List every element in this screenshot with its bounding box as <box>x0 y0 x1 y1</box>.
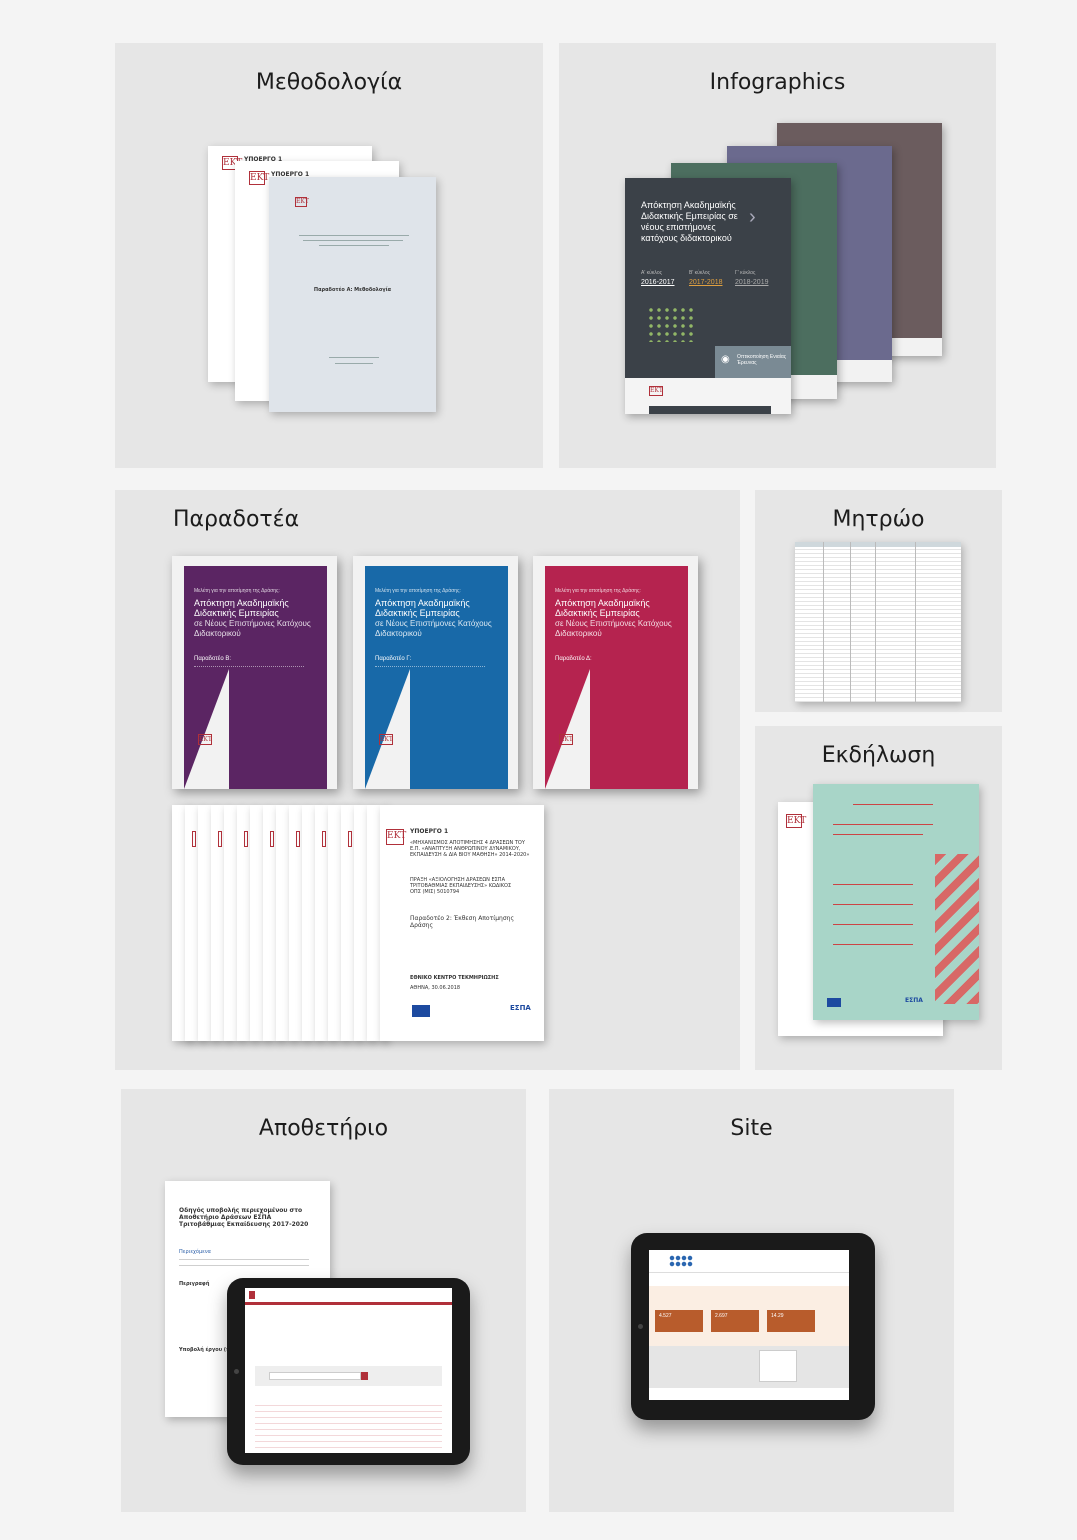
ekt-logo: ΕΚΤ <box>786 814 807 828</box>
cover-label: Παραδοτέο Γ: <box>375 656 412 662</box>
report-action: ΠΡΑΞΗ «ΑΞΙΟΛΟΓΗΣΗ ΔΡΑΣΕΩΝ ΕΣΠΑ ΤΡΙΤΟΒΑΘΜ… <box>410 877 512 895</box>
repository-screen <box>245 1288 452 1453</box>
cover-series: Μελέτη για την αποτίμηση της Δράσης: <box>555 588 641 594</box>
event-panel: Εκδήλωση ΕΚΤ ΕΣΠΑ <box>755 726 1002 1070</box>
stat-1: 4.527 <box>659 1313 672 1319</box>
stat-2: 2.697 <box>715 1313 728 1319</box>
cover-title: Απόκτηση Ακαδημαϊκής Διδακτικής Εμπειρία… <box>194 598 289 618</box>
year-3: 2018-2019 <box>735 279 769 286</box>
cycle-label-2: Β' κύκλος <box>689 270 711 276</box>
cover-subtitle: σε Νέους Επιστήμονες Κατόχους Διδακτορικ… <box>555 619 672 638</box>
ekt-logo: ΕΚΤ <box>386 829 406 845</box>
site-tablet: 4.527 2.697 14.29 <box>631 1233 875 1420</box>
site-title: Site <box>730 1116 773 1141</box>
guide-intro: Περιγραφή <box>179 1281 210 1287</box>
chevron-icon: › <box>749 206 756 228</box>
report-deliverable: Παραδοτέο 2: Έκθεση Αποτίμησης Δράσης <box>410 915 514 929</box>
cover-label: Παραδοτέο Β: <box>194 656 231 662</box>
camera-icon <box>638 1324 643 1329</box>
deliverable-cover-d: Μελέτη για την αποτίμηση της Δράσης: Από… <box>533 556 698 789</box>
cycle-label-1: Α' κύκλος <box>641 270 663 276</box>
eu-flag-icon <box>827 998 841 1007</box>
deliverables-title: Παραδοτέα <box>173 507 300 532</box>
repository-panel: Αποθετήριο Οδηγός υποβολής περιεχομένου … <box>121 1089 526 1512</box>
deliverable-cover-b: Μελέτη για την αποτίμηση της Δράσης: Από… <box>172 556 337 789</box>
methodology-title: Μεθοδολογία <box>255 70 403 95</box>
methodology-doc-front: ΕΚΤ Παραδοτέο Α: Μεθοδολογία <box>269 177 436 412</box>
report-place: ΑΘΗΝΑ, 30.06.2018 <box>410 985 461 991</box>
repository-title: Αποθετήριο <box>258 1116 389 1141</box>
report-front-page: ΕΚΤ ΥΠΟΕΡΓΟ 1 «ΜΗΧΑΝΙΣΜΟΣ ΑΠΟΤΙΜΗΣΗΣ 4 Δ… <box>380 805 544 1041</box>
infographic-title: Απόκτηση Ακαδημαϊκής Διδακτικής Εμπειρία… <box>641 200 738 243</box>
camera-icon <box>234 1369 239 1374</box>
cover-subtitle: σε Νέους Επιστήμονες Κατόχους Διδακτορικ… <box>194 619 311 638</box>
event-poster: ΕΣΠΑ <box>813 784 979 1020</box>
eye-icon: ◉ <box>721 354 730 365</box>
cycle-label-3: Γ' κύκλος <box>735 270 756 276</box>
eu-flag-icon <box>412 1005 430 1017</box>
cover-series: Μελέτη για την αποτίμηση της Δράσης: <box>375 588 461 594</box>
infographics-title: Infographics <box>709 70 846 95</box>
espa-logo: ΕΣΠΑ <box>510 1004 531 1012</box>
infographics-panel: Infographics Απόκτηση Ακαδημαϊκής Διδακτ… <box>559 43 996 468</box>
infographic-badge-text: Οπτικοποίηση Ενιαίας Έρευνας <box>737 354 787 366</box>
stairs-graphic <box>935 854 979 1004</box>
espa-logo: ΕΣΠΑ <box>905 997 923 1004</box>
ekt-logo: ΕΚΤ <box>295 197 309 207</box>
registry-spreadsheet <box>795 542 961 702</box>
cover-series: Μελέτη για την αποτίμηση της Δράσης: <box>194 588 280 594</box>
methodology-panel: Μεθοδολογία ΕΚΤ ΥΠΟΕΡΓΟ 1 ΕΚΤ ΥΠΟΕΡΓΟ 1 … <box>115 43 543 468</box>
report-center: ΕΘΝΙΚΟ ΚΕΝΤΡΟ ΤΕΚΜΗΡΙΩΣΗΣ <box>410 975 499 981</box>
registry-title: Μητρώο <box>832 507 925 532</box>
guide-title: Οδηγός υποβολής περιεχομένου στο Αποθετή… <box>179 1207 309 1228</box>
infographic-footer: ΕΚΤ <box>625 378 791 414</box>
guide-toc: Περιεχόμενα <box>179 1249 211 1255</box>
ekt-logo: ΕΚΤ <box>559 734 573 745</box>
deliverable-cover-c: Μελέτη για την αποτίμηση της Δράσης: Από… <box>353 556 518 789</box>
methodology-deliverable: Παραδοτέο Α: Μεθοδολογία <box>313 287 392 293</box>
cover-subtitle: σε Νέους Επιστήμονες Κατόχους Διδακτορικ… <box>375 619 492 638</box>
registry-panel: Μητρώο <box>755 490 1002 712</box>
report-subproject: ΥΠΟΕΡΓΟ 1 <box>410 828 449 835</box>
cover-title: Απόκτηση Ακαδημαϊκής Διδακτικής Εμπειρία… <box>555 598 650 618</box>
report-mechanism: «ΜΗΧΑΝΙΣΜΟΣ ΑΠΟΤΙΜΗΣΗΣ 4 ΔΡΑΣΕΩΝ ΤΟΥ Ε.Π… <box>410 840 530 858</box>
cover-title: Απόκτηση Ακαδημαϊκής Διδακτικής Εμπειρία… <box>375 598 470 618</box>
stat-3: 14.29 <box>771 1313 784 1319</box>
ekt-logo: ΕΚΤ <box>649 386 663 396</box>
year-2: 2017-2018 <box>689 279 723 286</box>
ekt-logo: ΕΚΤ <box>249 171 270 185</box>
ekt-logo: ΕΚΤ <box>379 734 393 745</box>
site-screen: 4.527 2.697 14.29 <box>649 1250 849 1400</box>
infographic-card-1: Απόκτηση Ακαδημαϊκής Διδακτικής Εμπειρία… <box>625 178 791 414</box>
site-panel: Site 4.527 2.697 14.29 <box>549 1089 954 1512</box>
event-title: Εκδήλωση <box>821 743 936 768</box>
year-1: 2016-2017 <box>641 279 675 286</box>
dot-pattern-graphic <box>647 306 697 342</box>
deliverables-panel: Παραδοτέα Μελέτη για την αποτίμηση της Δ… <box>115 490 740 1070</box>
repository-tablet <box>227 1278 470 1465</box>
ekt-logo: ΕΚΤ <box>198 734 212 745</box>
report-stack: ΕΚΤ ΥΠΟΕΡΓΟ 1 «ΜΗΧΑΝΙΣΜΟΣ ΑΠΟΤΙΜΗΣΗΣ 4 Δ… <box>172 805 544 1041</box>
cover-label: Παραδοτέο Δ: <box>555 656 592 662</box>
